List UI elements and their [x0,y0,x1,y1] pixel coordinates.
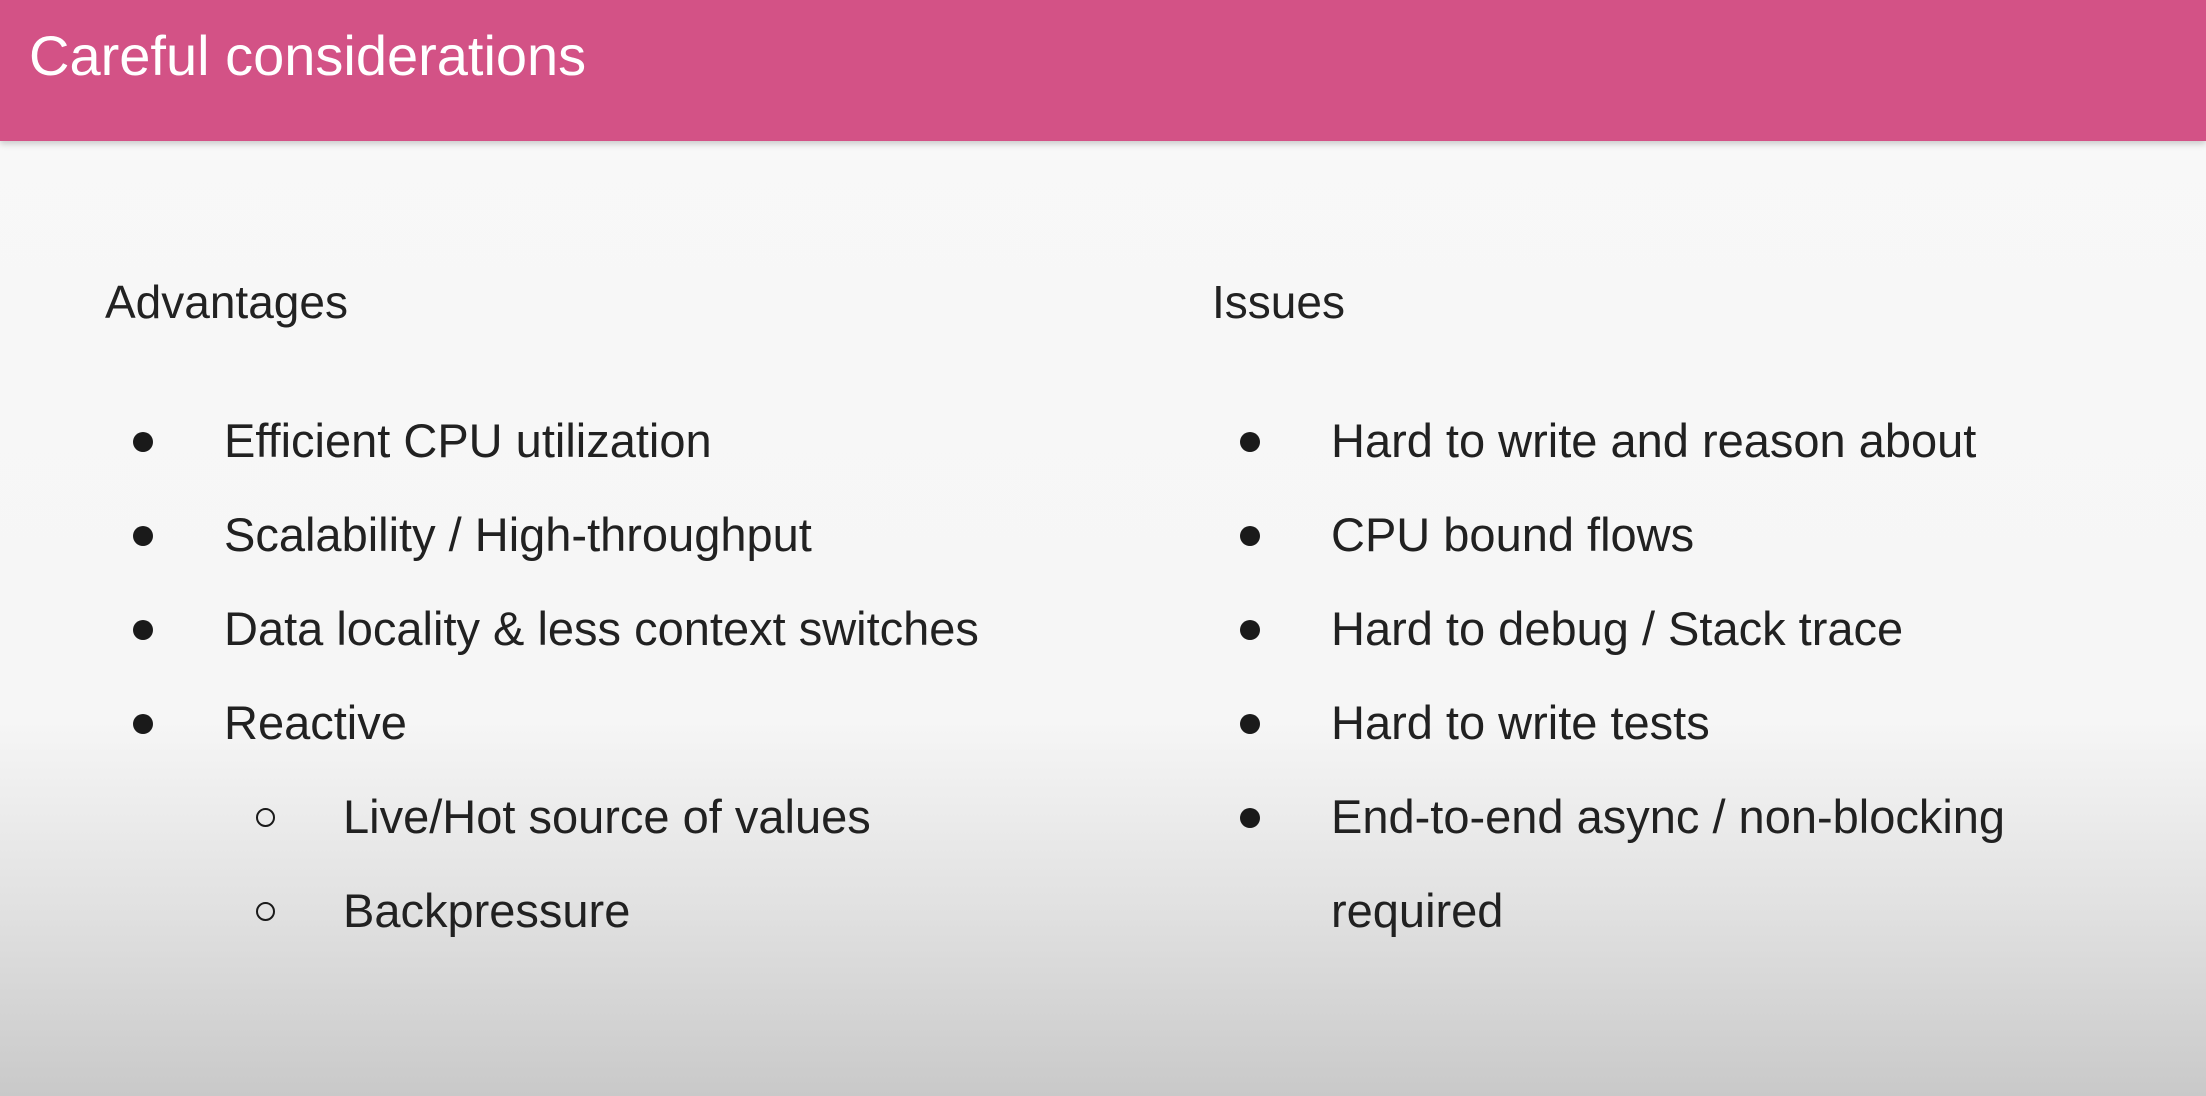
bullet-icon [133,526,153,546]
list-item: CPU bound flows [1212,488,2005,582]
list-item-text: End-to-end async / non-blocking [1331,790,2006,843]
slide-title: Careful considerations [29,24,587,87]
sub-list-item-text: Live/Hot source of values [343,790,871,843]
list-item: Data locality & less context switches [105,582,979,676]
list-item-text: Hard to write tests [1331,696,1710,749]
list-item: Hard to write tests [1212,676,2005,770]
bullet-icon [1240,808,1260,828]
bullet-icon [133,620,153,640]
advantages-heading: Advantages [105,276,348,328]
issues-list: Hard to write and reason about CPU bound… [1212,394,2005,958]
list-item-text: Hard to write and reason about [1331,414,1977,467]
list-item: Hard to write and reason about [1212,394,2005,488]
advantages-list: Efficient CPU utilization Scalability / … [105,394,979,958]
advantages-column: Advantages Efficient CPU utilization Sca… [105,268,979,958]
list-item-text: CPU bound flows [1331,508,1695,561]
sub-list-item: Live/Hot source of values [105,770,979,864]
bullet-icon [133,714,153,734]
bullet-icon [1240,526,1260,546]
bullet-icon [133,432,153,452]
list-item-text: Scalability / High-throughput [224,508,812,561]
issues-heading: Issues [1212,276,1345,328]
list-item-text: Reactive [224,696,407,749]
title-bar: Careful considerations [0,0,2206,141]
list-item: Hard to debug / Stack trace [1212,582,2005,676]
list-item-continuation: required [1331,884,1504,937]
list-item: Efficient CPU utilization [105,394,979,488]
bullet-icon [1240,714,1260,734]
list-item-text: Data locality & less context switches [224,602,979,655]
hollow-bullet-icon [256,808,275,827]
sub-list-item: Backpressure [105,864,979,958]
bullet-icon [1240,432,1260,452]
list-item: Scalability / High-throughput [105,488,979,582]
hollow-bullet-icon [256,902,275,921]
list-item-text: Hard to debug / Stack trace [1331,602,1904,655]
sub-list-item-text: Backpressure [343,884,631,937]
list-item-text: Efficient CPU utilization [224,414,712,467]
bullet-icon [1240,620,1260,640]
list-item: Reactive [105,676,979,770]
issues-column: Issues Hard to write and reason about CP… [1212,268,2005,958]
list-item: End-to-end async / non-blocking required [1212,770,2005,958]
